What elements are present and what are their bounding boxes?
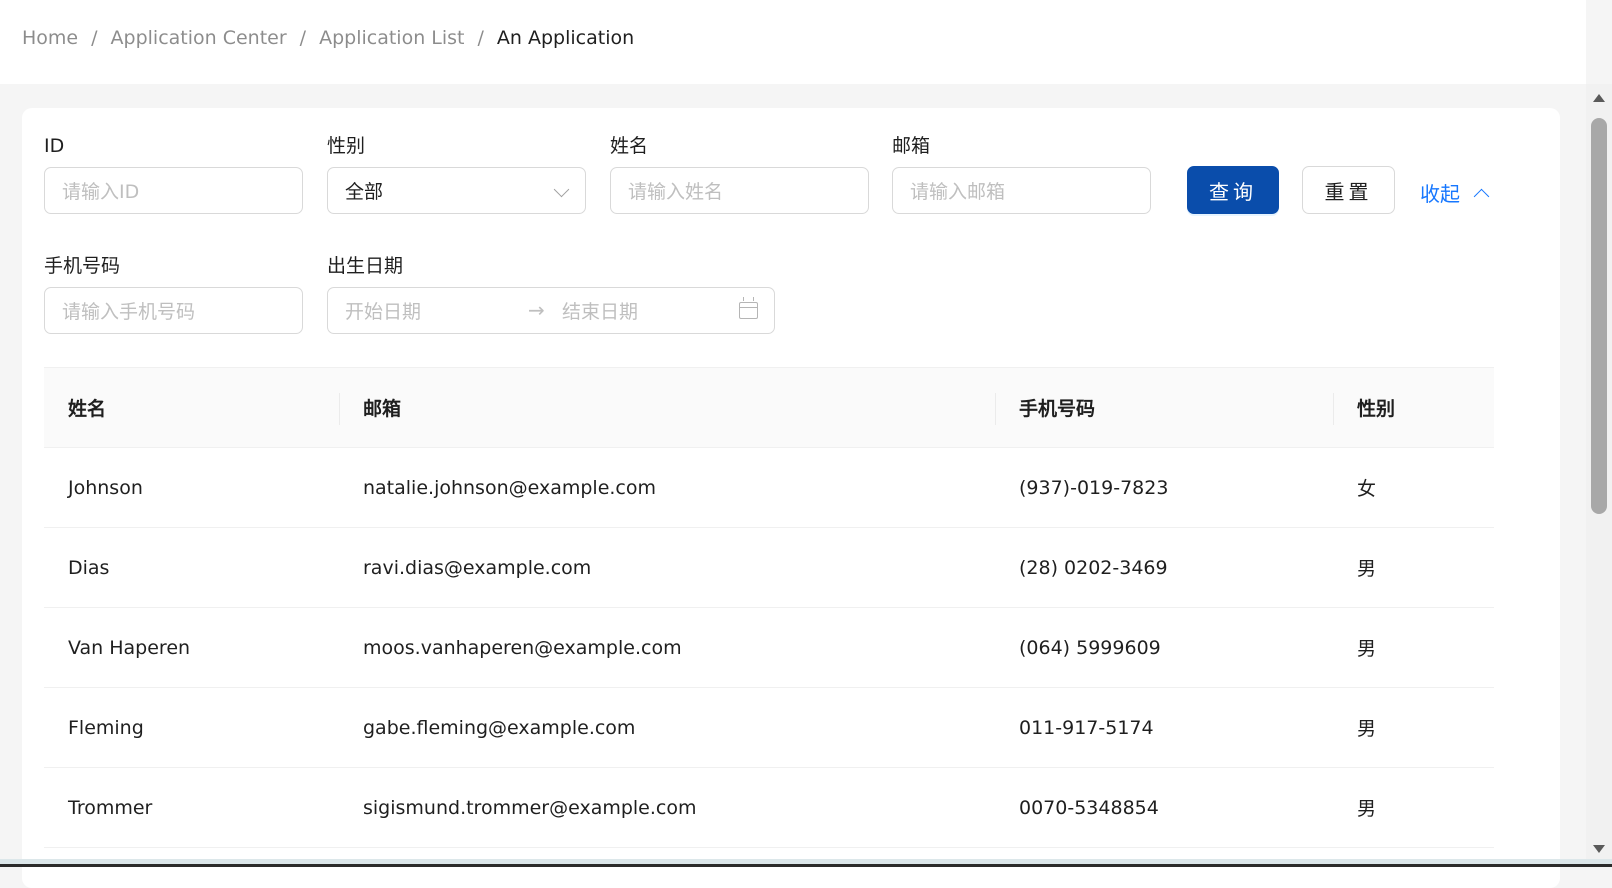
breadcrumb-application-list[interactable]: Application List	[319, 24, 464, 52]
column-divider	[1333, 393, 1334, 425]
start-date-placeholder[interactable]: 开始日期	[345, 297, 421, 324]
cell-name: Johnson	[68, 476, 143, 499]
collapse-toggle[interactable]: 收起	[1420, 178, 1490, 207]
name-label: 姓名	[610, 135, 649, 157]
id-placeholder: 请输入ID	[62, 181, 140, 203]
cell-email: ravi.dias@example.com	[363, 556, 592, 579]
breadcrumb-home[interactable]: Home	[22, 24, 78, 52]
table-row[interactable]: Dias ravi.dias@example.com (28) 0202-346…	[44, 528, 1494, 608]
column-header-gender: 性别	[1333, 368, 1494, 447]
cell-phone: (064) 5999609	[1019, 636, 1161, 659]
column-header-gender-label: 性别	[1357, 398, 1396, 420]
cell-gender: 男	[1357, 638, 1377, 660]
table-row[interactable]: Trommer sigismund.trommer@example.com 00…	[44, 768, 1494, 848]
cell-phone: 011-917-5174	[1019, 716, 1154, 739]
breadcrumb-current: An Application	[496, 27, 635, 49]
email-placeholder: 请输入邮箱	[910, 181, 1006, 203]
gender-select[interactable]: 全部	[327, 167, 586, 214]
cell-name: Trommer	[68, 796, 153, 819]
phone-input[interactable]: 请输入手机号码	[44, 287, 303, 334]
results-table: 姓名 邮箱 手机号码 性别 Johnson natalie.johnson@ex…	[44, 367, 1494, 848]
breadcrumb-separator: /	[299, 27, 307, 49]
cell-email: moos.vanhaperen@example.com	[363, 636, 682, 659]
header-bar: Home / Application Center / Application …	[0, 0, 1586, 84]
id-input[interactable]: 请输入ID	[44, 167, 303, 214]
table-row[interactable]: Johnson natalie.johnson@example.com (937…	[44, 448, 1494, 528]
name-input[interactable]: 请输入姓名	[610, 167, 869, 214]
cell-gender: 女	[1357, 478, 1377, 500]
cell-name: Van Haperen	[68, 636, 191, 659]
reset-button[interactable]: 重置	[1302, 166, 1395, 214]
chevron-up-icon	[1473, 188, 1490, 205]
phone-placeholder: 请输入手机号码	[62, 301, 196, 323]
column-header-name-label: 姓名	[68, 398, 107, 420]
table-header: 姓名 邮箱 手机号码 性别	[44, 368, 1494, 448]
cell-gender: 男	[1357, 558, 1377, 580]
column-header-phone-label: 手机号码	[1019, 398, 1096, 420]
end-date-placeholder[interactable]: 结束日期	[562, 297, 638, 324]
cell-phone: (28) 0202-3469	[1019, 556, 1168, 579]
table-row[interactable]: Fleming gabe.fleming@example.com 011-917…	[44, 688, 1494, 768]
cell-email: sigismund.trommer@example.com	[363, 796, 697, 819]
column-header-email: 邮箱	[339, 368, 995, 447]
cell-gender: 男	[1357, 718, 1377, 740]
cell-email: gabe.fleming@example.com	[363, 716, 636, 739]
scroll-up-arrow-icon[interactable]	[1593, 94, 1605, 102]
column-divider	[995, 393, 996, 425]
breadcrumb: Home / Application Center / Application …	[22, 24, 634, 52]
scroll-down-arrow-icon[interactable]	[1593, 845, 1605, 853]
gender-select-value: 全部	[345, 181, 384, 203]
email-input[interactable]: 请输入邮箱	[892, 167, 1151, 214]
breadcrumb-separator: /	[477, 27, 484, 49]
search-card: ID 请输入ID 性别 全部 姓名 请输入姓名 邮箱 请输入邮箱 查询 重置 收…	[22, 108, 1560, 888]
name-placeholder: 请输入姓名	[628, 181, 724, 203]
cell-phone: 0070-5348854	[1019, 796, 1159, 819]
breadcrumb-separator: /	[91, 27, 98, 49]
column-header-email-label: 邮箱	[363, 398, 402, 420]
phone-label: 手机号码	[44, 255, 121, 277]
birthdate-range-picker[interactable]: 开始日期 → 结束日期	[327, 287, 775, 334]
cell-name: Fleming	[68, 716, 144, 739]
gender-label: 性别	[327, 135, 366, 157]
query-button[interactable]: 查询	[1187, 166, 1279, 214]
birthdate-label: 出生日期	[327, 255, 404, 277]
column-header-phone: 手机号码	[995, 368, 1333, 447]
email-label: 邮箱	[892, 135, 931, 157]
arrow-right-icon: →	[528, 298, 545, 322]
breadcrumb-application-center[interactable]: Application Center	[111, 24, 287, 52]
column-divider	[339, 393, 340, 425]
vertical-scrollbar[interactable]	[1586, 84, 1612, 867]
cell-gender: 男	[1357, 798, 1377, 820]
cell-name: Dias	[68, 556, 110, 579]
chevron-down-icon	[553, 181, 570, 198]
calendar-icon	[739, 297, 758, 319]
collapse-label: 收起	[1420, 182, 1460, 206]
scrollbar-thumb[interactable]	[1591, 118, 1607, 514]
cell-email: natalie.johnson@example.com	[363, 476, 657, 499]
column-header-name: 姓名	[44, 368, 339, 447]
cell-phone: (937)-019-7823	[1019, 476, 1169, 499]
id-label: ID	[44, 135, 65, 157]
table-row[interactable]: Van Haperen moos.vanhaperen@example.com …	[44, 608, 1494, 688]
